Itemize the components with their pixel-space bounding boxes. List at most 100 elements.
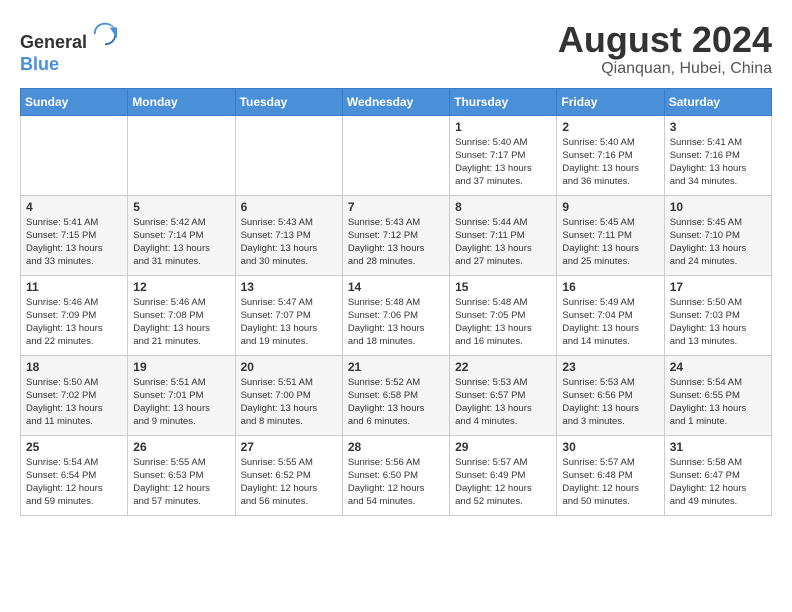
day-number: 10 xyxy=(670,200,766,214)
calendar-cell: 14 Sunrise: 5:48 AM Sunset: 7:06 PM Dayli… xyxy=(342,275,449,355)
calendar-cell: 11 Sunrise: 5:46 AM Sunset: 7:09 PM Dayli… xyxy=(21,275,128,355)
day-number: 9 xyxy=(562,200,658,214)
week-row-5: 25Sunrise: 5:54 AM Sunset: 6:54 PM Dayli… xyxy=(21,435,772,515)
logo-blue: Blue xyxy=(20,54,59,74)
day-info: Sunrise: 5:48 AM Sunset: 7:05 PM Dayligh… xyxy=(455,296,551,349)
day-info: Sunrise: 5:49 AM Sunset: 7:04 PM Dayligh… xyxy=(562,296,658,349)
week-row-4: 18 Sunrise: 5:50 AM Sunset: 7:02 PM Dayli… xyxy=(21,355,772,435)
day-number: 11 xyxy=(26,280,122,294)
day-info: Sunrise: 5:53 AM Sunset: 6:56 PM Dayligh… xyxy=(562,376,658,429)
calendar-cell xyxy=(21,115,128,195)
day-number: 16 xyxy=(562,280,658,294)
calendar-cell: 25Sunrise: 5:54 AM Sunset: 6:54 PM Dayli… xyxy=(21,435,128,515)
calendar-cell: 9 Sunrise: 5:45 AM Sunset: 7:11 PM Daylig… xyxy=(557,195,664,275)
calendar-cell: 20Sunrise: 5:51 AM Sunset: 7:00 PM Dayli… xyxy=(235,355,342,435)
day-number: 7 xyxy=(348,200,444,214)
day-number: 23 xyxy=(562,360,658,374)
day-number: 29 xyxy=(455,440,551,454)
day-info: Sunrise: 5:46 AM Sunset: 7:09 PM Dayligh… xyxy=(26,296,122,349)
calendar-cell: 28 Sunrise: 5:56 AM Sunset: 6:50 PM Dayli… xyxy=(342,435,449,515)
calendar-cell: 16 Sunrise: 5:49 AM Sunset: 7:04 PM Dayli… xyxy=(557,275,664,355)
day-info: Sunrise: 5:52 AM Sunset: 6:58 PM Dayligh… xyxy=(348,376,444,429)
location: Qianquan, Hubei, China xyxy=(558,60,772,78)
day-number: 18 xyxy=(26,360,122,374)
day-number: 27 xyxy=(241,440,337,454)
day-info: Sunrise: 5:46 AM Sunset: 7:08 PM Dayligh… xyxy=(133,296,229,349)
calendar-cell: 15 Sunrise: 5:48 AM Sunset: 7:05 PM Dayli… xyxy=(450,275,557,355)
calendar-cell: 7Sunrise: 5:43 AM Sunset: 7:12 PM Daylig… xyxy=(342,195,449,275)
day-info: Sunrise: 5:51 AM Sunset: 7:01 PM Dayligh… xyxy=(133,376,229,429)
calendar-cell: 2 Sunrise: 5:40 AM Sunset: 7:16 PM Daylig… xyxy=(557,115,664,195)
weekday-header-friday: Friday xyxy=(557,88,664,115)
calendar-cell: 4Sunrise: 5:41 AM Sunset: 7:15 PM Daylig… xyxy=(21,195,128,275)
day-number: 22 xyxy=(455,360,551,374)
day-number: 28 xyxy=(348,440,444,454)
day-info: Sunrise: 5:55 AM Sunset: 6:52 PM Dayligh… xyxy=(241,456,337,509)
day-info: Sunrise: 5:51 AM Sunset: 7:00 PM Dayligh… xyxy=(241,376,337,429)
calendar-cell: 31 Sunrise: 5:58 AM Sunset: 6:47 PM Dayli… xyxy=(664,435,771,515)
calendar-cell: 24 Sunrise: 5:54 AM Sunset: 6:55 PM Dayli… xyxy=(664,355,771,435)
logo-icon xyxy=(91,20,119,48)
day-info: Sunrise: 5:45 AM Sunset: 7:10 PM Dayligh… xyxy=(670,216,766,269)
calendar-cell: 17Sunrise: 5:50 AM Sunset: 7:03 PM Dayli… xyxy=(664,275,771,355)
calendar-cell: 23 Sunrise: 5:53 AM Sunset: 6:56 PM Dayli… xyxy=(557,355,664,435)
day-info: Sunrise: 5:43 AM Sunset: 7:13 PM Dayligh… xyxy=(241,216,337,269)
weekday-header-row: SundayMondayTuesdayWednesdayThursdayFrid… xyxy=(21,88,772,115)
day-number: 19 xyxy=(133,360,229,374)
weekday-header-saturday: Saturday xyxy=(664,88,771,115)
calendar-table: SundayMondayTuesdayWednesdayThursdayFrid… xyxy=(20,88,772,516)
day-info: Sunrise: 5:53 AM Sunset: 6:57 PM Dayligh… xyxy=(455,376,551,429)
calendar-cell: 27 Sunrise: 5:55 AM Sunset: 6:52 PM Dayli… xyxy=(235,435,342,515)
day-info: Sunrise: 5:48 AM Sunset: 7:06 PM Dayligh… xyxy=(348,296,444,349)
day-info: Sunrise: 5:45 AM Sunset: 7:11 PM Dayligh… xyxy=(562,216,658,269)
logo-general: General xyxy=(20,32,87,52)
day-number: 14 xyxy=(348,280,444,294)
weekday-header-sunday: Sunday xyxy=(21,88,128,115)
day-number: 6 xyxy=(241,200,337,214)
day-number: 15 xyxy=(455,280,551,294)
day-info: Sunrise: 5:40 AM Sunset: 7:16 PM Dayligh… xyxy=(562,136,658,189)
day-number: 5 xyxy=(133,200,229,214)
calendar-cell: 21 Sunrise: 5:52 AM Sunset: 6:58 PM Dayli… xyxy=(342,355,449,435)
week-row-3: 11 Sunrise: 5:46 AM Sunset: 7:09 PM Dayli… xyxy=(21,275,772,355)
day-info: Sunrise: 5:55 AM Sunset: 6:53 PM Dayligh… xyxy=(133,456,229,509)
day-number: 1 xyxy=(455,120,551,134)
logo: General Blue xyxy=(20,20,119,75)
title-block: August 2024 Qianquan, Hubei, China xyxy=(558,20,772,78)
day-info: Sunrise: 5:44 AM Sunset: 7:11 PM Dayligh… xyxy=(455,216,551,269)
week-row-1: 1Sunrise: 5:40 AM Sunset: 7:17 PM Daylig… xyxy=(21,115,772,195)
day-info: Sunrise: 5:54 AM Sunset: 6:55 PM Dayligh… xyxy=(670,376,766,429)
day-number: 31 xyxy=(670,440,766,454)
day-info: Sunrise: 5:56 AM Sunset: 6:50 PM Dayligh… xyxy=(348,456,444,509)
calendar-cell: 8 Sunrise: 5:44 AM Sunset: 7:11 PM Daylig… xyxy=(450,195,557,275)
day-number: 24 xyxy=(670,360,766,374)
day-number: 3 xyxy=(670,120,766,134)
day-number: 30 xyxy=(562,440,658,454)
calendar-cell: 29 Sunrise: 5:57 AM Sunset: 6:49 PM Dayli… xyxy=(450,435,557,515)
calendar-cell: 30 Sunrise: 5:57 AM Sunset: 6:48 PM Dayli… xyxy=(557,435,664,515)
calendar-cell: 26 Sunrise: 5:55 AM Sunset: 6:53 PM Dayli… xyxy=(128,435,235,515)
day-info: Sunrise: 5:50 AM Sunset: 7:03 PM Dayligh… xyxy=(670,296,766,349)
day-info: Sunrise: 5:54 AM Sunset: 6:54 PM Dayligh… xyxy=(26,456,122,509)
day-info: Sunrise: 5:57 AM Sunset: 6:49 PM Dayligh… xyxy=(455,456,551,509)
weekday-header-wednesday: Wednesday xyxy=(342,88,449,115)
day-info: Sunrise: 5:50 AM Sunset: 7:02 PM Dayligh… xyxy=(26,376,122,429)
day-number: 2 xyxy=(562,120,658,134)
calendar-cell: 22 Sunrise: 5:53 AM Sunset: 6:57 PM Dayli… xyxy=(450,355,557,435)
calendar-cell: 3Sunrise: 5:41 AM Sunset: 7:16 PM Daylig… xyxy=(664,115,771,195)
day-info: Sunrise: 5:57 AM Sunset: 6:48 PM Dayligh… xyxy=(562,456,658,509)
day-number: 4 xyxy=(26,200,122,214)
day-number: 12 xyxy=(133,280,229,294)
weekday-header-tuesday: Tuesday xyxy=(235,88,342,115)
day-info: Sunrise: 5:58 AM Sunset: 6:47 PM Dayligh… xyxy=(670,456,766,509)
day-number: 26 xyxy=(133,440,229,454)
day-number: 8 xyxy=(455,200,551,214)
calendar-cell: 19 Sunrise: 5:51 AM Sunset: 7:01 PM Dayli… xyxy=(128,355,235,435)
calendar-cell: 5Sunrise: 5:42 AM Sunset: 7:14 PM Daylig… xyxy=(128,195,235,275)
month-year: August 2024 xyxy=(558,20,772,60)
calendar-cell: 12 Sunrise: 5:46 AM Sunset: 7:08 PM Dayli… xyxy=(128,275,235,355)
calendar-cell: 13Sunrise: 5:47 AM Sunset: 7:07 PM Dayli… xyxy=(235,275,342,355)
calendar-cell: 6 Sunrise: 5:43 AM Sunset: 7:13 PM Daylig… xyxy=(235,195,342,275)
day-number: 21 xyxy=(348,360,444,374)
day-info: Sunrise: 5:47 AM Sunset: 7:07 PM Dayligh… xyxy=(241,296,337,349)
